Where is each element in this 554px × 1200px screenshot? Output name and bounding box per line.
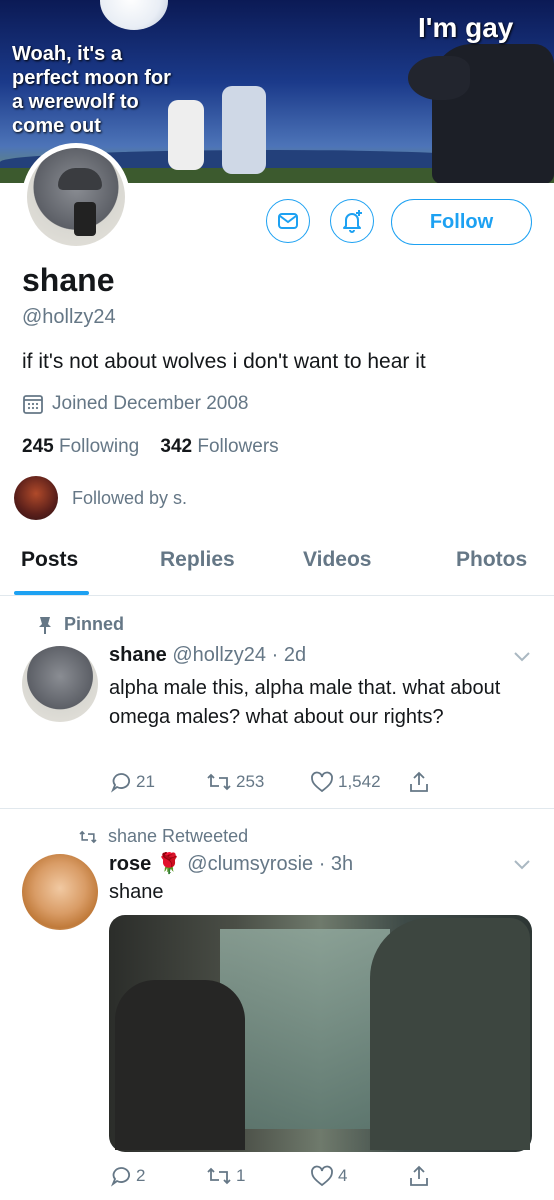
tweet-author-name[interactable]: rose	[109, 853, 151, 875]
share-icon	[410, 1165, 428, 1186]
like-count: 1,542	[338, 772, 381, 791]
reply-button[interactable]: 2	[110, 1165, 206, 1187]
banner-caption-right: I'm gay	[418, 12, 514, 43]
mail-icon	[278, 213, 298, 229]
retweeted-text: shane Retweeted	[108, 826, 249, 846]
message-button[interactable]	[266, 199, 310, 243]
retweet-icon	[207, 773, 231, 791]
reply-icon	[110, 1167, 130, 1187]
heart-icon	[311, 771, 333, 793]
retweet-count: 1	[236, 1166, 246, 1185]
banner-person-1	[168, 100, 204, 170]
reply-icon	[110, 773, 130, 793]
heart-icon	[311, 1165, 333, 1187]
profile-handle: @hollzy24	[22, 306, 116, 328]
tweet-avatar[interactable]	[22, 854, 98, 930]
retweet-button[interactable]: 253	[206, 771, 310, 793]
reply-button[interactable]: 21	[110, 771, 206, 793]
followers-link[interactable]: 342 Followers	[160, 436, 278, 457]
avatar-cap	[58, 168, 102, 190]
media-window-detail	[220, 929, 390, 1129]
tweet-actions: 21 253 1,542	[110, 770, 430, 794]
joined-date: Joined December 2008	[22, 393, 248, 415]
media-figure-right	[370, 918, 530, 1150]
tab-photos[interactable]: Photos	[456, 548, 527, 572]
followers-count: 342	[160, 436, 193, 457]
share-button[interactable]	[408, 1164, 430, 1188]
reply-count: 21	[136, 772, 155, 791]
follower-avatar	[14, 476, 58, 520]
rose-emoji: 🌹	[156, 853, 182, 875]
tweet-header: shane @hollzy24 · 2d	[109, 644, 306, 667]
reply-count: 2	[136, 1166, 146, 1185]
moon-image	[100, 0, 168, 30]
tab-posts[interactable]: Posts	[21, 548, 78, 572]
tweet-divider	[0, 808, 554, 809]
following-count: 245	[22, 436, 54, 457]
followers-label: Followers	[197, 436, 279, 457]
notify-button[interactable]	[330, 199, 374, 243]
calendar-icon	[23, 395, 43, 414]
tweet-handle-time: @hollzy24 · 2d	[172, 644, 307, 666]
chevron-down-icon[interactable]	[512, 854, 532, 874]
share-icon	[410, 771, 428, 792]
tweet-avatar[interactable]	[22, 646, 98, 722]
bell-plus-icon	[343, 210, 362, 233]
werewolf-head	[408, 56, 470, 100]
tab-videos[interactable]: Videos	[303, 548, 371, 572]
chevron-down-icon[interactable]	[512, 646, 532, 666]
joined-text: Joined December 2008	[52, 393, 249, 414]
banner-person-2	[222, 86, 266, 174]
tweet-actions: 2 1 4	[110, 1164, 430, 1188]
retweeted-label: shane Retweeted	[78, 826, 248, 847]
profile-bio: if it's not about wolves i don't want to…	[22, 350, 426, 373]
like-count: 4	[338, 1166, 348, 1185]
like-button[interactable]: 4	[310, 1165, 408, 1187]
tweet-author-name[interactable]: shane	[109, 644, 167, 666]
pin-icon	[39, 616, 51, 634]
retweet-count: 253	[236, 772, 265, 791]
following-link[interactable]: 245 Following	[22, 436, 139, 457]
media-figure-left	[115, 980, 245, 1150]
tweet-text: shane	[109, 881, 164, 903]
follow-button[interactable]: Follow	[391, 199, 532, 245]
tweet-handle-time: @clumsyrosie · 3h	[187, 853, 354, 875]
pinned-text: Pinned	[64, 614, 125, 634]
profile-name: shane	[22, 262, 115, 298]
retweet-button[interactable]: 1	[206, 1165, 310, 1187]
pinned-label: Pinned	[36, 614, 124, 635]
tabs-divider	[0, 595, 554, 596]
follow-counts: 245 Following 342 Followers	[22, 436, 279, 458]
tab-replies[interactable]: Replies	[160, 548, 235, 572]
banner-caption-left: Woah, it's a perfect moon for a werewolf…	[12, 43, 171, 137]
following-label: Following	[58, 436, 140, 457]
like-button[interactable]: 1,542	[310, 771, 408, 793]
followed-by-text: Followed by s.	[72, 487, 188, 508]
tweet-header: rose 🌹 @clumsyrosie · 3h	[109, 851, 353, 876]
tweet-text: alpha male this, alpha male that. what a…	[109, 677, 501, 728]
retweet-small-icon	[79, 830, 97, 843]
followed-by-row[interactable]: Followed by s.	[14, 476, 187, 520]
share-button[interactable]	[408, 770, 430, 794]
retweet-icon	[207, 1167, 231, 1185]
avatar-phone	[74, 202, 96, 236]
